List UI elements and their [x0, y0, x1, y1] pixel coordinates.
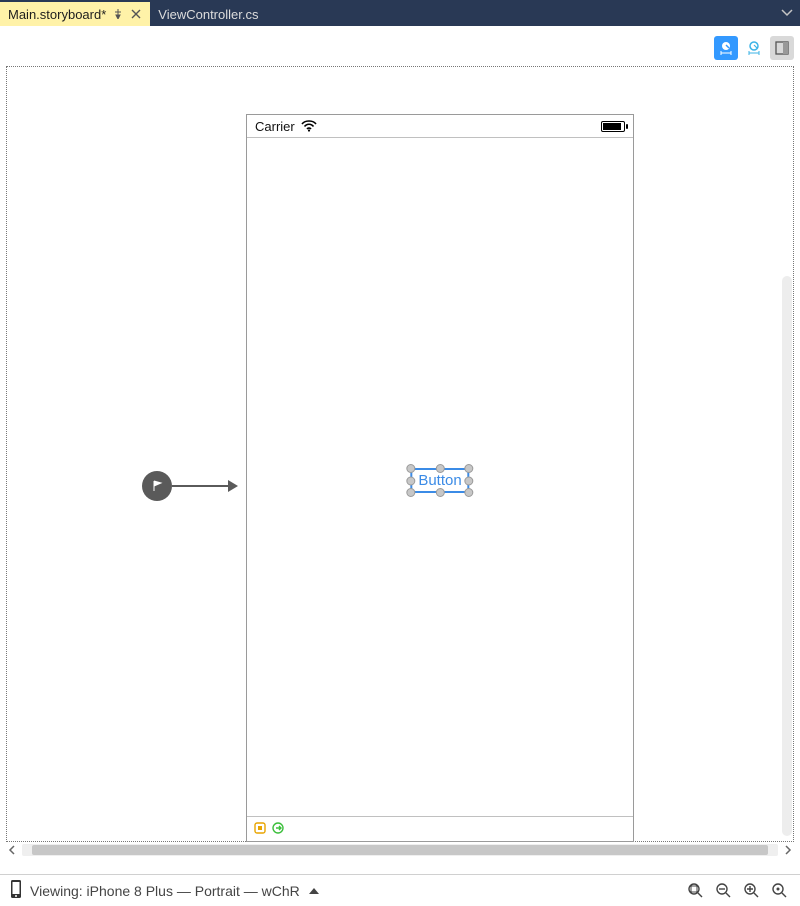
- resize-handle-bottom-mid[interactable]: [436, 488, 445, 497]
- wifi-icon: [301, 120, 317, 132]
- zoom-fit-button[interactable]: [686, 881, 706, 901]
- device-frame[interactable]: Carrier Button: [246, 114, 634, 842]
- flag-icon: [142, 471, 172, 501]
- hscroll-track[interactable]: [22, 844, 778, 856]
- resize-handle-bottom-left[interactable]: [406, 488, 415, 497]
- resize-handle-top-left[interactable]: [406, 464, 415, 473]
- viewing-label[interactable]: Viewing: iPhone 8 Plus — Portrait — wChR: [30, 883, 300, 899]
- tab-viewcontroller-cs[interactable]: ViewController.cs: [150, 2, 266, 26]
- chevron-up-icon[interactable]: [308, 883, 320, 899]
- frames-mode-button[interactable]: [742, 36, 766, 60]
- zoom-actual-button[interactable]: [770, 881, 790, 901]
- designer-toolbar: [714, 36, 794, 60]
- device-content-area[interactable]: Button: [247, 137, 633, 817]
- arrow-line: [172, 485, 228, 487]
- tab-overflow-button[interactable]: [778, 4, 796, 22]
- vertical-scrollbar[interactable]: [782, 276, 792, 836]
- uibutton-label: Button: [418, 472, 461, 489]
- arrow-head-icon: [228, 480, 238, 492]
- tab-strip: Main.storyboard* ViewController.cs: [0, 0, 800, 26]
- scroll-left-button[interactable]: [4, 842, 20, 858]
- device-type-icon[interactable]: [10, 879, 22, 902]
- resize-handle-mid-left[interactable]: [406, 476, 415, 485]
- scroll-right-button[interactable]: [780, 842, 796, 858]
- pin-icon[interactable]: [112, 8, 124, 20]
- carrier-label: Carrier: [255, 119, 295, 134]
- first-responder-icon[interactable]: [253, 821, 267, 838]
- scene-dock: [247, 817, 633, 841]
- panel-toggle-button[interactable]: [770, 36, 794, 60]
- tab-main-storyboard[interactable]: Main.storyboard*: [0, 2, 150, 26]
- hscroll-thumb[interactable]: [32, 845, 768, 855]
- resize-handle-top-right[interactable]: [465, 464, 474, 473]
- exit-icon[interactable]: [271, 821, 285, 838]
- resize-handle-top-mid[interactable]: [436, 464, 445, 473]
- initial-view-controller-indicator[interactable]: [142, 471, 238, 501]
- tab-label: ViewController.cs: [158, 7, 258, 22]
- battery-icon: [601, 121, 625, 132]
- horizontal-scrollbar[interactable]: [4, 842, 796, 858]
- close-icon[interactable]: [130, 8, 142, 20]
- editor-container: Carrier Button: [0, 26, 800, 906]
- status-bar: Viewing: iPhone 8 Plus — Portrait — wChR: [0, 874, 800, 906]
- zoom-in-button[interactable]: [742, 881, 762, 901]
- device-status-bar: Carrier: [247, 115, 633, 137]
- designer-surface[interactable]: Carrier Button: [0, 26, 800, 858]
- zoom-out-button[interactable]: [714, 881, 734, 901]
- uibutton-selected[interactable]: Button: [410, 468, 469, 493]
- constraints-mode-button[interactable]: [714, 36, 738, 60]
- resize-handle-mid-right[interactable]: [465, 476, 474, 485]
- tab-label: Main.storyboard*: [8, 7, 106, 22]
- resize-handle-bottom-right[interactable]: [465, 488, 474, 497]
